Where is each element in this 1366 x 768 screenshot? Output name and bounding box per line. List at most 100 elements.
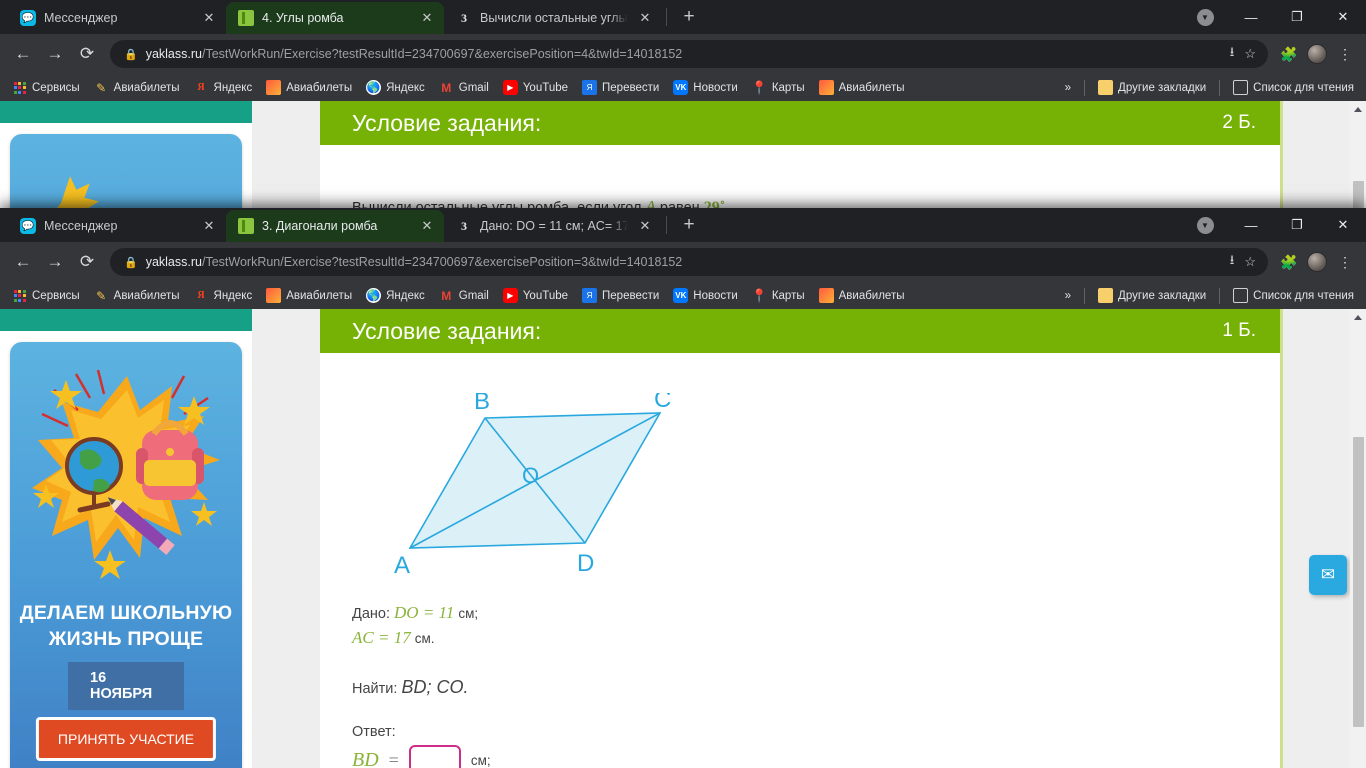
tab-diagonali-front[interactable]: 3. Диагонали ромба ✕ [226, 210, 444, 242]
pencil-icon: ✎ [96, 80, 107, 95]
close-icon[interactable]: ✕ [200, 9, 218, 27]
back-button[interactable]: ← [8, 247, 38, 277]
ad-headline: ДЕЛАЕМ ШКОЛЬНУЮ ЖИЗНЬ ПРОЩЕ [10, 600, 242, 652]
bookmark-yandex-2[interactable]: 🌎 Яндекс [360, 285, 431, 306]
close-window-button[interactable]: ✕ [1320, 0, 1366, 34]
tab-vychisli-back[interactable]: 3 Вычисли остальные углы ромба ✕ [444, 2, 662, 34]
answer-label: Ответ: [352, 724, 396, 740]
ad-headline-line2: ЖИЗНЬ ПРОЩЕ [48, 628, 204, 650]
bookmark-perevesti[interactable]: Я Перевести [576, 285, 665, 306]
reading-list-button[interactable]: Список для чтения [1227, 285, 1360, 306]
close-icon[interactable]: ✕ [636, 217, 654, 235]
bookmark-novosti[interactable]: VK Новости [667, 285, 744, 306]
bookmark-perevesti[interactable]: Я Перевести [576, 77, 665, 98]
bookmark-karty[interactable]: 📍 Карты [746, 285, 811, 306]
scrollbar-thumb[interactable] [1353, 437, 1364, 727]
close-window-button[interactable]: ✕ [1320, 208, 1366, 242]
bookmarks-overflow-button[interactable]: » [1059, 79, 1077, 97]
scroll-up-arrow[interactable] [1350, 101, 1366, 118]
forward-button[interactable]: → [40, 247, 70, 277]
new-tab-button[interactable]: + [675, 3, 703, 31]
url-domain: yaklass.ru [145, 255, 202, 269]
mail-envelope-button[interactable]: ✉ [1309, 555, 1347, 595]
minimize-button[interactable]: — [1228, 208, 1274, 242]
tab-strip-front: 💬 Мессенджер ✕ 3. Диагонали ромба ✕ 3 Да… [0, 208, 1366, 242]
bookmark-other[interactable]: Другие закладки [1092, 285, 1212, 306]
avatar[interactable] [1304, 41, 1330, 67]
bookmark-label: Яндекс [213, 81, 253, 94]
forward-button[interactable]: → [40, 39, 70, 69]
close-icon[interactable]: ✕ [418, 217, 436, 235]
new-tab-button[interactable]: + [675, 211, 703, 239]
scroll-up-arrow[interactable] [1350, 309, 1366, 326]
bookmarks-overflow-button[interactable]: » [1059, 287, 1077, 305]
ad-headline-line1: ДЕЛАЕМ ШКОЛЬНУЮ [19, 602, 233, 624]
chrome-menu-icon[interactable]: ⋮ [1332, 249, 1358, 275]
back-button[interactable]: ← [8, 39, 38, 69]
chrome-menu-icon[interactable]: ⋮ [1332, 41, 1358, 67]
address-bar-back[interactable]: 🔒 yaklass.ru/TestWorkRun/Exercise?testRe… [110, 40, 1268, 68]
address-bar-front[interactable]: 🔒 yaklass.ru/TestWorkRun/Exercise?testRe… [110, 248, 1268, 276]
bookmark-gmail[interactable]: M Gmail [433, 285, 495, 306]
reading-list-button[interactable]: Список для чтения [1227, 77, 1360, 98]
bookmark-star-icon[interactable]: ☆ [1244, 46, 1256, 62]
bookmark-aviabilety-1[interactable]: ✎ Авиабилеты [88, 285, 186, 306]
bookmark-gmail[interactable]: M Gmail [433, 77, 495, 98]
bookmark-karty[interactable]: 📍 Карты [746, 77, 811, 98]
bookmark-servisy[interactable]: Сервисы [6, 285, 86, 306]
given-expr-1: DO = 11 [394, 603, 455, 622]
bookmark-other[interactable]: Другие закладки [1092, 77, 1212, 98]
extensions-puzzle-icon[interactable]: 🧩 [1276, 41, 1302, 67]
page-scrollbar-front[interactable] [1350, 309, 1366, 768]
close-icon[interactable]: ✕ [418, 9, 436, 27]
answer-row-bd: BD = см; [352, 745, 1248, 768]
bookmark-youtube[interactable]: ▶ YouTube [497, 77, 574, 98]
maximize-button[interactable]: ❐ [1274, 208, 1320, 242]
tab-dano-front[interactable]: 3 Дано: DO = 11 см; AC= 17 см. Н ✕ [444, 210, 662, 242]
messenger-icon: 💬 [20, 10, 36, 26]
bookmark-novosti[interactable]: VK Новости [667, 77, 744, 98]
given-expr-2: AC = 17 [352, 628, 411, 647]
bookmark-label: Gmail [458, 289, 489, 302]
install-icon[interactable]: ⭳ [1230, 43, 1235, 65]
lock-icon: 🔒 [124, 256, 138, 269]
tab-messenger-back[interactable]: 💬 Мессенджер ✕ [8, 2, 226, 34]
answer-input-bd[interactable] [408, 745, 461, 768]
bookmark-yandex-1[interactable]: Я Яндекс [188, 285, 259, 306]
bookmark-aviabilety-3[interactable]: Авиабилеты [813, 77, 911, 98]
bookmark-aviabilety-3[interactable]: Авиабилеты [813, 285, 911, 306]
extensions-puzzle-icon[interactable]: 🧩 [1276, 249, 1302, 275]
caret-down-icon[interactable]: ▼ [1182, 208, 1228, 242]
bookmark-yandex-1[interactable]: Я Яндекс [188, 77, 259, 98]
bookmark-label: Авиабилеты [113, 289, 180, 302]
bookmark-label: Карты [771, 289, 805, 302]
close-icon[interactable]: ✕ [200, 217, 218, 235]
avatar[interactable] [1304, 249, 1330, 275]
ad-banner-front[interactable]: ДЕЛАЕМ ШКОЛЬНУЮ ЖИЗНЬ ПРОЩЕ 16 НОЯБРЯ ПР… [10, 342, 242, 768]
points-badge: 2 Б. [1222, 112, 1256, 133]
maximize-button[interactable]: ❐ [1274, 0, 1320, 34]
desktop-screen: 💬 Мессенджер ✕ 4. Углы ромба ✕ 3 Вычисли… [0, 0, 1366, 768]
page-content-front: ДЕЛАЕМ ШКОЛЬНУЮ ЖИЗНЬ ПРОЩЕ 16 НОЯБРЯ ПР… [0, 309, 1366, 768]
tab-uglyromba-back[interactable]: 4. Углы ромба ✕ [226, 2, 444, 34]
bookmark-youtube[interactable]: ▶ YouTube [497, 285, 574, 306]
bookmark-servisy[interactable]: Сервисы [6, 77, 86, 98]
bookmark-yandex-2[interactable]: 🌎 Яндекс [360, 77, 431, 98]
bookmark-aviabilety-2[interactable]: Авиабилеты [260, 285, 358, 306]
ad-cta-button[interactable]: ПРИНЯТЬ УЧАСТИЕ [35, 717, 217, 761]
given-label: Дано: [352, 606, 390, 622]
given-block: Дано: DO = 11 см; AC = 17 см. [352, 601, 1248, 651]
install-icon[interactable]: ⭳ [1230, 251, 1235, 273]
reload-button[interactable]: ⟳ [72, 39, 102, 69]
bookmark-aviabilety-1[interactable]: ✎ Авиабилеты [88, 77, 186, 98]
bookmark-aviabilety-2[interactable]: Авиабилеты [260, 77, 358, 98]
reload-button[interactable]: ⟳ [72, 247, 102, 277]
divider [1219, 79, 1221, 96]
minimize-button[interactable]: — [1228, 0, 1274, 34]
bookmark-star-icon[interactable]: ☆ [1244, 254, 1256, 270]
caret-down-icon[interactable]: ▼ [1182, 0, 1228, 34]
window-controls-front: ▼ — ❐ ✕ [1182, 208, 1366, 242]
pencil-icon: ✎ [96, 288, 107, 303]
close-icon[interactable]: ✕ [636, 9, 654, 27]
tab-messenger-front[interactable]: 💬 Мессенджер ✕ [8, 210, 226, 242]
